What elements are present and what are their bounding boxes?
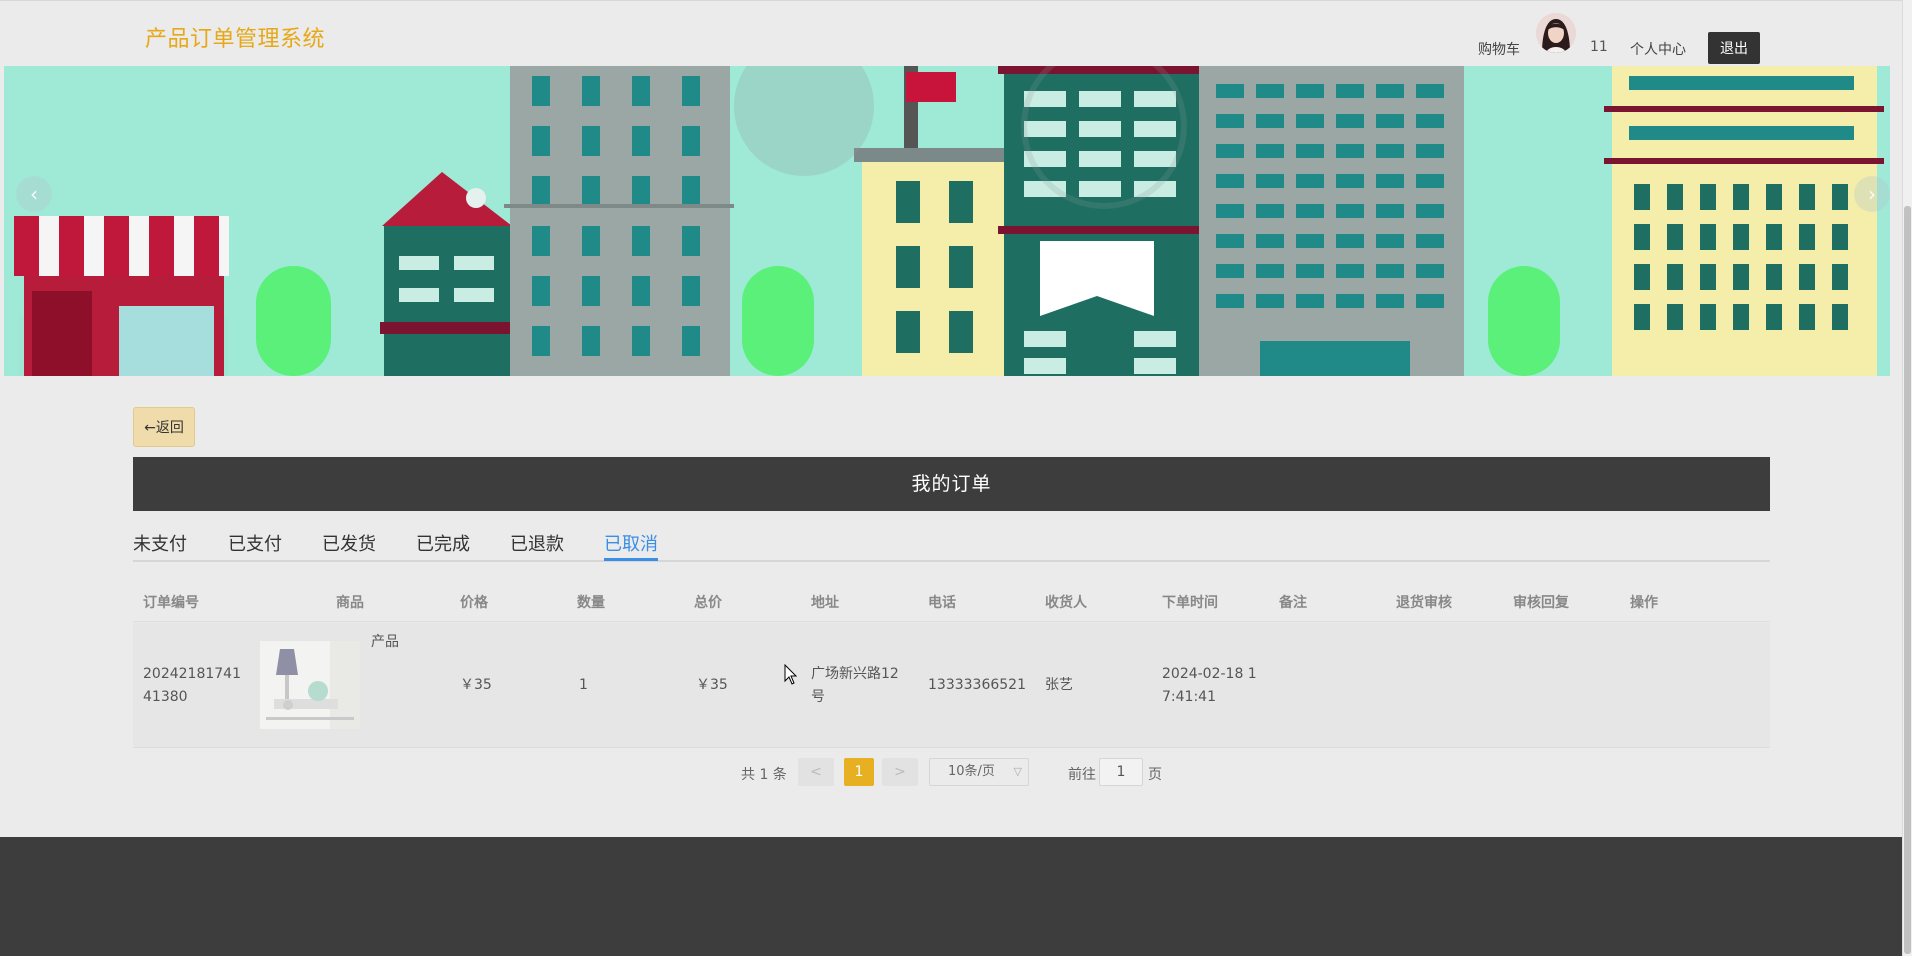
pagination: 共 1 条 < 1 > 10条/页 ▽ 前往 页 <box>0 758 1912 788</box>
avatar-image-icon <box>1536 13 1576 53</box>
cell-address: 广场新兴路12 号 <box>811 666 899 705</box>
goto-label: 前往 <box>1068 767 1096 783</box>
vertical-scrollbar[interactable] <box>1902 0 1912 956</box>
th-review-reply: 审核回复 <box>1513 595 1569 611</box>
site-logo[interactable]: 产品订单管理系统 <box>145 21 325 53</box>
profile-link[interactable]: 个人中心 <box>1630 39 1686 59</box>
th-total: 总价 <box>694 595 722 611</box>
order-status-tabs: 未支付 已支付 已发货 已完成 已退款 已取消 <box>133 520 1770 562</box>
table-header: 订单编号 商品 价格 数量 总价 地址 电话 收货人 下单时间 备注 退货审核 … <box>133 582 1770 622</box>
page-suffix: 页 <box>1148 767 1162 783</box>
product-thumbnail[interactable] <box>260 641 360 729</box>
page-footer <box>0 837 1902 956</box>
th-price: 价格 <box>460 595 488 611</box>
cell-product-name: 产品 <box>371 634 399 650</box>
tab-refunded[interactable]: 已退款 <box>510 530 564 556</box>
cell-receiver: 张艺 <box>1045 677 1073 693</box>
cell-order-time: 2024-02-18 1 7:41:41 <box>1162 666 1257 705</box>
avatar[interactable] <box>1536 13 1576 53</box>
cell-phone: 13333366521 <box>928 677 1026 693</box>
banner-carousel[interactable]: ‹ › <box>4 66 1890 376</box>
logout-button[interactable]: 退出 <box>1708 32 1760 64</box>
mouse-cursor-icon <box>784 664 798 685</box>
tab-shipped[interactable]: 已发货 <box>322 530 376 556</box>
th-quantity: 数量 <box>577 595 605 611</box>
th-phone: 电话 <box>928 595 956 611</box>
goto-page-input[interactable] <box>1099 758 1143 786</box>
th-remark: 备注 <box>1279 595 1307 611</box>
tab-paid[interactable]: 已支付 <box>228 530 282 556</box>
next-page-button[interactable]: > <box>882 758 918 786</box>
top-header: 产品订单管理系统 购物车 11 个人中心 退出 <box>0 0 1902 66</box>
pagination-total: 共 1 条 <box>741 767 787 783</box>
page-size-select[interactable]: 10条/页 ▽ <box>929 758 1029 786</box>
carousel-next-icon[interactable]: › <box>1854 176 1890 212</box>
page-title: 我的订单 <box>133 457 1770 511</box>
prev-page-button[interactable]: < <box>798 758 834 786</box>
th-return-review: 退货审核 <box>1396 595 1452 611</box>
page-1-button[interactable]: 1 <box>844 758 874 786</box>
tab-unpaid[interactable]: 未支付 <box>133 530 187 556</box>
page-size-value: 10条/页 <box>948 764 995 779</box>
chevron-down-icon: ▽ <box>1013 765 1022 778</box>
product-image-icon <box>260 641 360 729</box>
th-order-time: 下单时间 <box>1162 595 1218 611</box>
cell-total: ￥35 <box>696 677 728 693</box>
table-row: 20242181741 41380 产品 ￥35 1 ￥35 广场新兴路12 号… <box>133 623 1770 748</box>
th-receiver: 收货人 <box>1045 595 1087 611</box>
cart-link[interactable]: 购物车 <box>1478 39 1520 59</box>
cell-order-no: 20242181741 41380 <box>143 666 241 705</box>
back-button[interactable]: ←返回 <box>133 407 195 447</box>
cell-quantity: 1 <box>579 677 588 693</box>
city-illustration <box>4 66 1890 376</box>
th-order-no: 订单编号 <box>143 595 199 611</box>
th-actions: 操作 <box>1630 595 1658 611</box>
th-address: 地址 <box>811 595 839 611</box>
active-tab-indicator <box>604 558 658 561</box>
tab-cancelled[interactable]: 已取消 <box>604 530 658 556</box>
tab-completed[interactable]: 已完成 <box>416 530 470 556</box>
scrollbar-thumb[interactable] <box>1904 206 1911 954</box>
cell-price: ￥35 <box>460 677 492 693</box>
carousel-prev-icon[interactable]: ‹ <box>16 176 52 212</box>
username: 11 <box>1590 39 1608 55</box>
th-product: 商品 <box>336 595 364 611</box>
